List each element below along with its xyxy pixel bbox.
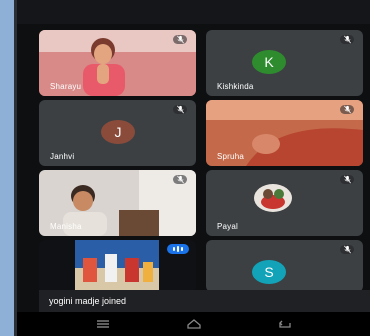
phone-screen: Sharayu K Kishkinda J Janhvi Spruha Mani… [14, 0, 370, 336]
recents-icon[interactable] [93, 317, 113, 331]
avatar: J [101, 120, 135, 144]
join-notification: yogini madje joined [39, 290, 370, 312]
mic-off-icon [173, 35, 187, 44]
participant-grid: Sharayu K Kishkinda J Janhvi Spruha Mani… [39, 30, 370, 292]
participant-tile-spruha[interactable]: Spruha [206, 100, 363, 166]
mic-off-icon [340, 245, 354, 254]
participant-name: Manisha [50, 222, 82, 231]
participant-tile-payal[interactable]: Payal [206, 170, 363, 236]
status-bar [17, 0, 370, 24]
mic-off-icon [173, 175, 187, 184]
participant-tile-s[interactable]: S [206, 240, 363, 292]
participant-name: Janhvi [50, 152, 75, 161]
system-nav-bar [17, 312, 370, 336]
participant-tile-presentation[interactable] [39, 240, 196, 292]
participant-name: Sharayu [50, 82, 82, 91]
participant-tile-janhvi[interactable]: J Janhvi [39, 100, 196, 166]
avatar: S [252, 260, 286, 284]
mic-off-icon [340, 175, 354, 184]
participant-name: Kishkinda [217, 82, 254, 91]
mic-off-icon [340, 105, 354, 114]
mic-off-icon [173, 105, 187, 114]
participant-tile-sharayu[interactable]: Sharayu [39, 30, 196, 96]
home-icon[interactable] [184, 317, 204, 331]
participant-tile-manisha[interactable]: Manisha [39, 170, 196, 236]
participant-video [75, 240, 159, 292]
back-icon[interactable] [275, 317, 295, 331]
avatar: K [252, 50, 286, 74]
participant-name: Payal [217, 222, 239, 231]
mic-off-icon [340, 35, 354, 44]
avatar [254, 184, 292, 212]
participant-name: Spruha [217, 152, 244, 161]
audio-level-icon [167, 244, 189, 254]
participant-tile-kishkinda[interactable]: K Kishkinda [206, 30, 363, 96]
